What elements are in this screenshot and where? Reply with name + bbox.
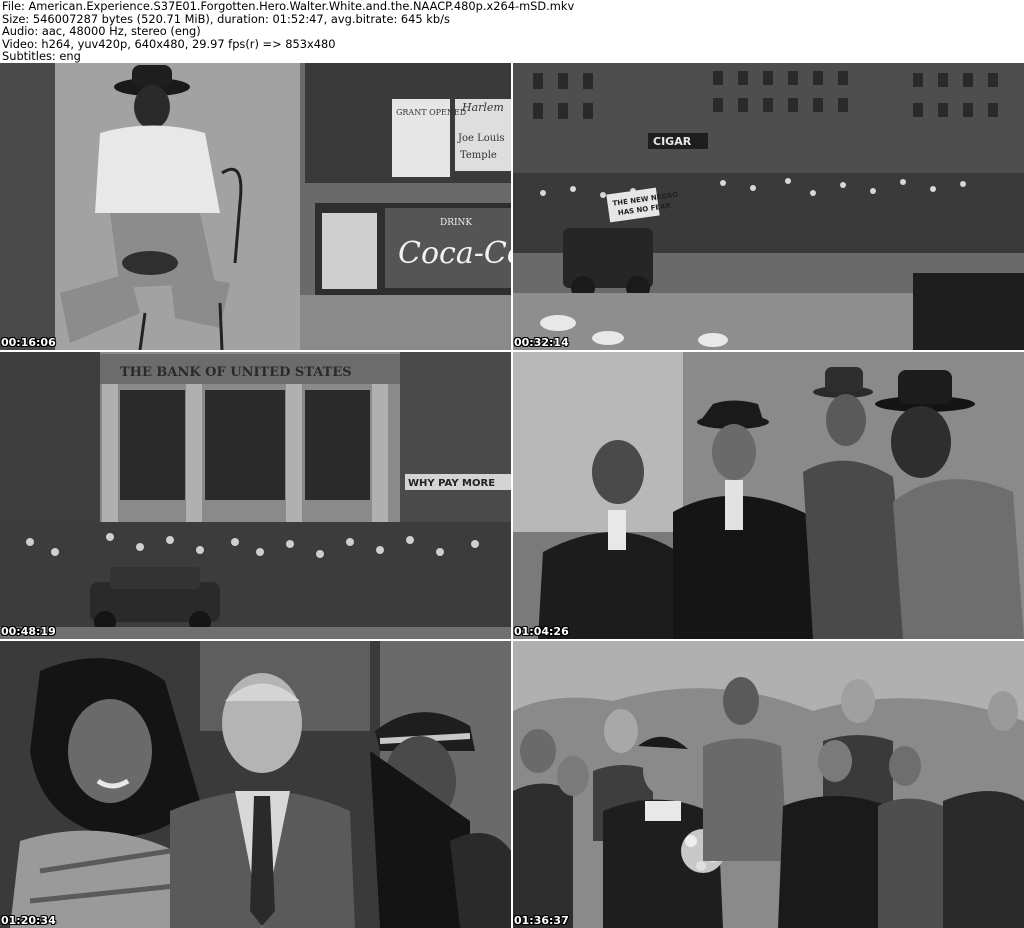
thumbnail-4: 01:04:26	[513, 352, 1024, 639]
thumbnail-5: 01:20:34	[0, 641, 511, 928]
file-name-line: File: American.Experience.S37E01.Forgott…	[2, 0, 575, 13]
thumbnail-1-image: GRANT OPENED Harlem Joe Louis Temple DRI…	[0, 63, 511, 350]
poster-text-1: GRANT OPENED	[396, 108, 466, 117]
thumbnail-4-image	[513, 352, 1024, 639]
thumbnail-3: THE BANK OF UNITED STATES WHY PAY MORE 0…	[0, 352, 511, 639]
subtitles-line: Subtitles: eng	[2, 49, 81, 63]
timestamp-6: 01:36:37	[514, 914, 569, 927]
poster-text-4: Temple	[460, 150, 497, 161]
timestamp-3: 00:48:19	[1, 625, 56, 638]
timestamp-4: 01:04:26	[514, 625, 569, 638]
thumbnail-2: CIGAR THE NEW NEGRO HAS NO FEAR 00:32:14	[513, 63, 1024, 350]
thumbnail-1: GRANT OPENED Harlem Joe Louis Temple DRI…	[0, 63, 511, 350]
ad-text-drink: DRINK	[440, 218, 472, 228]
video-info-line: Video: h264, yuv420p, 640x480, 29.97 fps…	[2, 36, 336, 51]
poster-text-2: Harlem	[461, 101, 504, 114]
thumbnail-6-image	[513, 641, 1024, 928]
ad-text-coca-cola: Coca-Co	[398, 236, 511, 271]
thumbnail-5-image	[0, 641, 511, 928]
bank-name-text: THE BANK OF UNITED STATES	[120, 365, 352, 380]
file-info-header: File: American.Experience.S37E01.Forgott…	[0, 0, 1024, 63]
timestamp-2: 00:32:14	[514, 336, 569, 349]
audio-info-line: Audio: aac, 48000 Hz, stereo (eng)	[2, 24, 201, 39]
cigar-sign-text: CIGAR	[653, 135, 692, 148]
thumbnail-grid: GRANT OPENED Harlem Joe Louis Temple DRI…	[0, 63, 1024, 928]
poster-text-3: Joe Louis	[457, 133, 505, 144]
timestamp-1: 00:16:06	[1, 336, 56, 349]
timestamp-5: 01:20:34	[1, 914, 56, 927]
thumbnail-2-image: CIGAR THE NEW NEGRO HAS NO FEAR	[513, 63, 1024, 350]
thumbnail-6: 01:36:37	[513, 641, 1024, 928]
thumbnail-3-image: THE BANK OF UNITED STATES WHY PAY MORE	[0, 352, 511, 639]
shop-sign-text: WHY PAY MORE	[408, 478, 495, 489]
